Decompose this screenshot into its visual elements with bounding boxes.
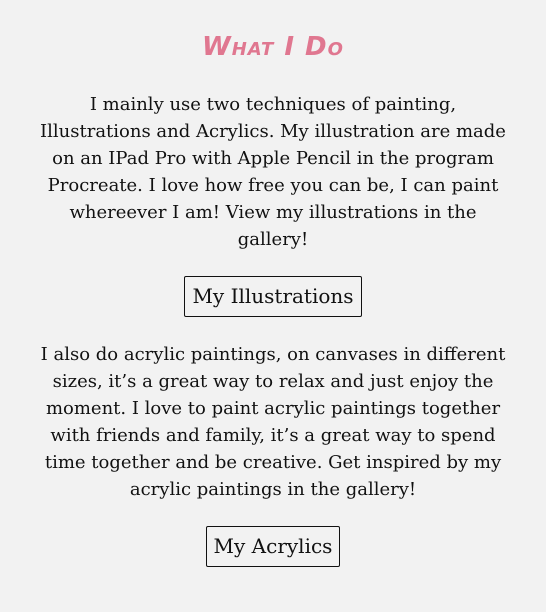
illustrations-description: I mainly use two techniques of painting,…	[40, 94, 506, 250]
what-i-do-section: What I Do I mainly use two techniques of…	[0, 0, 546, 612]
illustrations-button-wrapper: My Illustrations	[0, 276, 546, 317]
my-illustrations-button[interactable]: My Illustrations	[184, 276, 362, 317]
acrylics-description: I also do acrylic paintings, on canvases…	[40, 344, 506, 500]
acrylics-button-wrapper: My Acrylics	[0, 526, 546, 567]
section-title: What I Do	[202, 32, 344, 62]
my-acrylics-button[interactable]: My Acrylics	[205, 526, 341, 567]
